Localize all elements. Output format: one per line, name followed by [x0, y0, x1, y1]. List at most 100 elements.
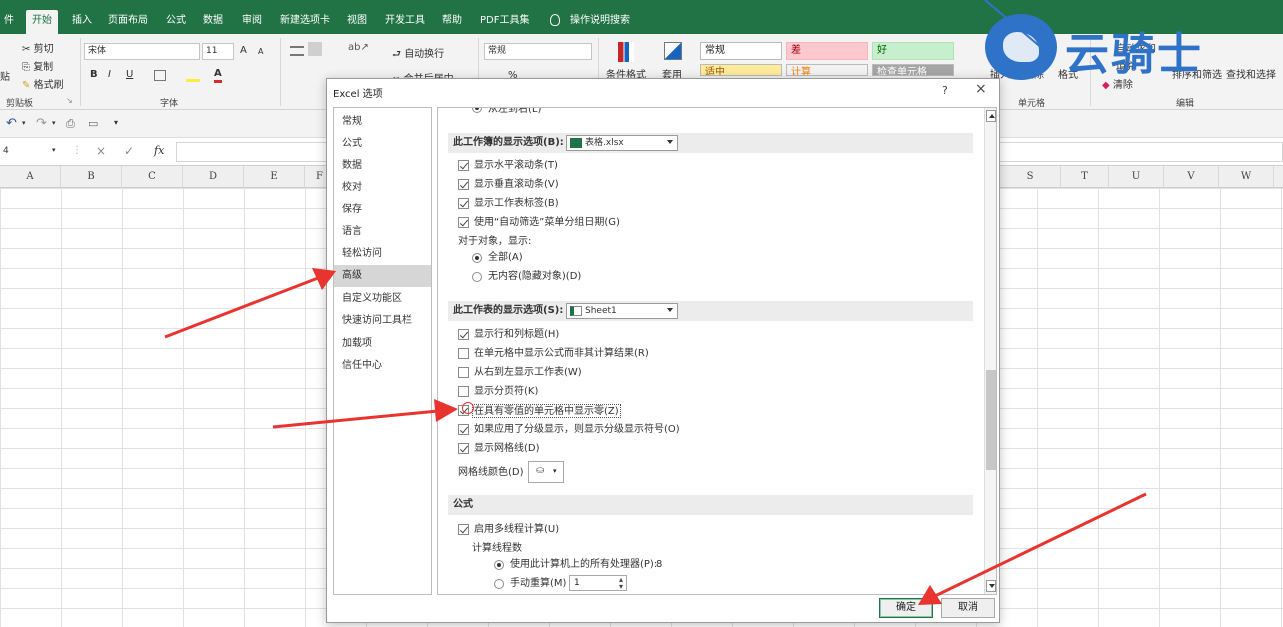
help-button[interactable]: ?	[942, 84, 948, 97]
column-header[interactable]: U	[1109, 166, 1164, 188]
checkbox-group-dates[interactable]	[458, 217, 469, 228]
workbook-select[interactable]: 表格.xlsx	[566, 135, 678, 151]
bold-button[interactable]: B	[90, 69, 98, 80]
checkbox-sheet-tabs[interactable]	[458, 198, 469, 209]
align-middle-icon[interactable]	[308, 42, 322, 56]
column-header[interactable]: C	[122, 166, 183, 188]
options-scrollbar[interactable]	[984, 108, 996, 594]
nav-accessibility[interactable]: 轻松访问	[334, 243, 431, 265]
print-preview-icon[interactable]: ⎙	[66, 117, 75, 131]
border-icon[interactable]	[154, 70, 166, 81]
checkbox-v-scrollbar[interactable]	[458, 179, 469, 190]
column-header[interactable]: D	[183, 166, 244, 188]
nav-data[interactable]: 数据	[334, 155, 431, 177]
nav-proofing[interactable]: 校对	[334, 177, 431, 199]
column-header[interactable]: E	[244, 166, 305, 188]
orientation-icon[interactable]: ab↗	[348, 42, 369, 53]
cancel-entry-button[interactable]: ×	[96, 144, 106, 158]
style-calc[interactable]: 计算	[786, 64, 868, 76]
shrink-font-button[interactable]: A	[258, 47, 263, 56]
checkbox-right-to-left[interactable]	[458, 367, 469, 378]
scroll-thumb[interactable]	[986, 370, 996, 470]
radio-show-all[interactable]	[472, 253, 482, 263]
nav-trust-center[interactable]: 信任中心	[334, 355, 431, 377]
undo-dropdown-icon[interactable]: ▾	[22, 119, 26, 127]
wrap-text-button[interactable]: ⮐ 自动换行	[392, 45, 444, 64]
underline-button[interactable]: U	[126, 69, 133, 80]
customize-qat-icon[interactable]: ▾	[114, 118, 118, 127]
nav-save[interactable]: 保存	[334, 199, 431, 221]
enter-button[interactable]: ✓	[124, 144, 134, 158]
radio-show-nothing[interactable]	[472, 272, 482, 282]
tab-review[interactable]: 审阅	[236, 10, 268, 34]
screen-icon[interactable]: ▭	[88, 117, 98, 130]
nav-general[interactable]: 常规	[334, 111, 431, 133]
checkbox-outline-symbols[interactable]	[458, 424, 469, 435]
redo-dropdown-icon[interactable]: ▾	[52, 119, 56, 127]
column-header[interactable]: V	[1164, 166, 1219, 188]
insert-function-button[interactable]: fx	[154, 144, 164, 157]
clipboard-launcher-icon[interactable]: ↘	[66, 96, 73, 105]
grow-font-button[interactable]: A	[240, 45, 247, 56]
gridline-color-picker[interactable]: ⛀ ▾	[528, 461, 564, 483]
cut-button[interactable]: ✂ 剪切	[22, 40, 54, 55]
tab-help[interactable]: 帮助	[436, 10, 468, 34]
number-format-select[interactable]: 常规	[484, 43, 592, 60]
tab-file[interactable]: 件	[0, 10, 20, 34]
align-top-icon[interactable]	[290, 46, 304, 56]
tab-developer[interactable]: 开发工具	[379, 10, 431, 34]
ok-button[interactable]: 确定	[879, 598, 933, 618]
style-good[interactable]: 好	[872, 42, 954, 60]
font-color-button[interactable]: A	[214, 68, 222, 83]
nav-language[interactable]: 语言	[334, 221, 431, 243]
name-box-dropdown-icon[interactable]: ▾	[52, 146, 56, 154]
tab-pdf[interactable]: PDF工具集	[474, 10, 535, 34]
thread-count-spinner[interactable]: 1 ▴ ▾	[569, 575, 627, 591]
tab-page-layout[interactable]: 页面布局	[102, 10, 154, 34]
radio-manual[interactable]	[494, 579, 504, 589]
redo-icon[interactable]: ↷	[36, 116, 47, 131]
checkbox-show-formulas[interactable]	[458, 348, 469, 359]
nav-add-ins[interactable]: 加载项	[334, 333, 431, 355]
nav-formulas[interactable]: 公式	[334, 133, 431, 155]
tab-data[interactable]: 数据	[197, 10, 229, 34]
column-header[interactable]: S	[1000, 166, 1061, 188]
checkbox-gridlines[interactable]	[458, 443, 469, 454]
tab-tell-me[interactable]: 操作说明搜索	[564, 10, 636, 34]
style-check-cell[interactable]: 检查单元格	[872, 64, 954, 76]
style-bad[interactable]: 差	[786, 42, 868, 60]
checkbox-page-breaks[interactable]	[458, 386, 469, 397]
style-neutral[interactable]: 适中	[700, 64, 782, 76]
column-header[interactable]: T	[1061, 166, 1109, 188]
radio-all-processors[interactable]	[494, 560, 504, 570]
nav-quick-access[interactable]: 快速访问工具栏	[334, 310, 431, 332]
undo-icon[interactable]: ↶	[6, 116, 17, 131]
sheet-select[interactable]: Sheet1	[566, 303, 678, 319]
cancel-button[interactable]: 取消	[941, 598, 995, 618]
tab-insert[interactable]: 插入	[66, 10, 98, 34]
nav-advanced[interactable]: 高级	[334, 265, 431, 287]
scroll-down-icon[interactable]	[986, 580, 996, 592]
style-normal[interactable]: 常规	[700, 42, 782, 60]
column-header[interactable]: W	[1219, 166, 1274, 188]
fill-color-icon[interactable]	[186, 70, 200, 82]
tab-view[interactable]: 视图	[341, 10, 373, 34]
radio-button[interactable]	[472, 108, 482, 113]
format-painter-button[interactable]: ✎ 格式刷	[22, 76, 64, 91]
tab-formulas[interactable]: 公式	[160, 10, 192, 34]
checkbox-row-col-headers[interactable]	[458, 329, 469, 340]
tab-home[interactable]: 开始	[26, 10, 58, 34]
copy-button[interactable]: ⎘ 复制	[22, 58, 53, 73]
spinner-arrows-icon[interactable]: ▴ ▾	[619, 576, 623, 591]
checkbox-multithread[interactable]	[458, 524, 469, 535]
font-size-select[interactable]: 11	[202, 43, 234, 60]
font-name-select[interactable]: 宋体	[84, 43, 200, 60]
column-header[interactable]: A	[0, 166, 61, 188]
column-header[interactable]: B	[61, 166, 122, 188]
scroll-up-icon[interactable]	[986, 110, 996, 122]
checkbox-h-scrollbar[interactable]	[458, 160, 469, 171]
paste-button[interactable]: 贴	[0, 68, 10, 83]
tab-new[interactable]: 新建选项卡	[274, 10, 336, 34]
nav-customize-ribbon[interactable]: 自定义功能区	[334, 288, 431, 310]
italic-button[interactable]: I	[108, 69, 111, 80]
